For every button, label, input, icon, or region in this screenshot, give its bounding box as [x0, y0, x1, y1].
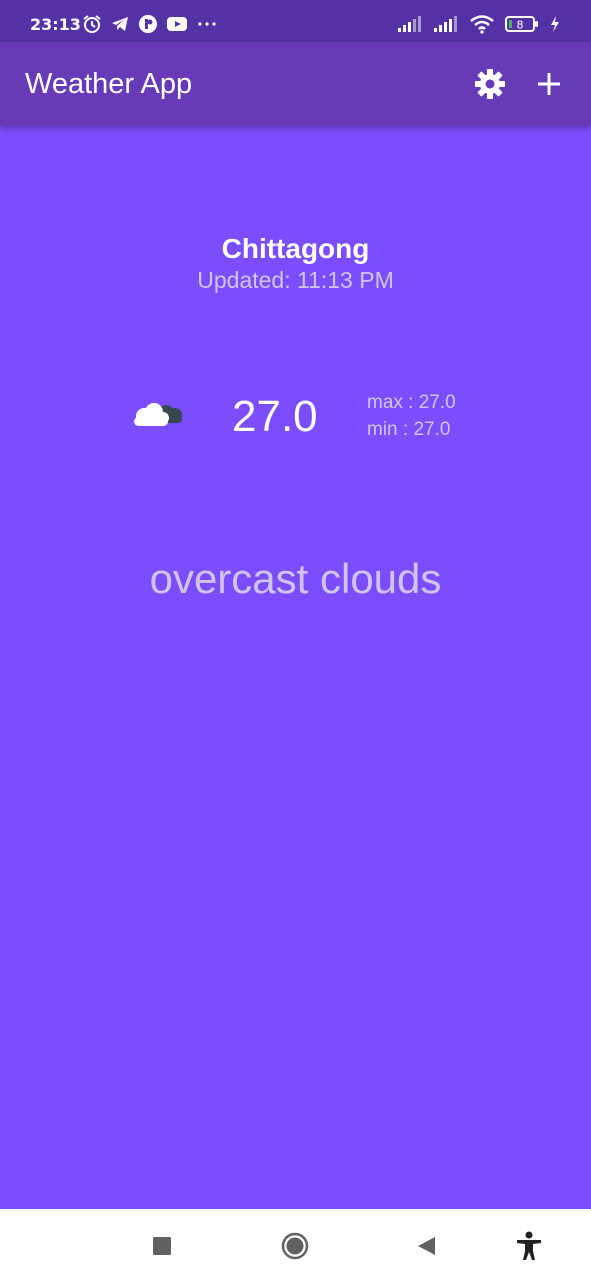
- back-button[interactable]: [410, 1229, 444, 1263]
- updated-time: Updated: 11:13 PM: [197, 267, 394, 293]
- signal-icon: [398, 16, 421, 32]
- overcast-clouds-icon: [128, 395, 188, 435]
- max-temperature: max : 27.0: [367, 392, 456, 413]
- more-dots-icon: [198, 22, 216, 26]
- temperature: 27.0: [232, 392, 318, 441]
- recents-button[interactable]: [145, 1229, 179, 1263]
- app-icon: [139, 15, 157, 33]
- app-title: Weather App: [25, 68, 193, 100]
- home-icon: [281, 1232, 309, 1260]
- add-icon: [538, 73, 560, 95]
- youtube-icon: [167, 17, 187, 31]
- status-icons-right: 8: [397, 14, 561, 34]
- charging-icon: [551, 16, 559, 32]
- alarm-icon: [83, 15, 101, 33]
- accessibility-icon: [517, 1231, 541, 1260]
- app-bar: Weather App: [0, 42, 591, 126]
- status-bar: 23:13 8: [0, 0, 591, 42]
- signal-icon: [434, 16, 457, 32]
- city-name: Chittagong: [221, 233, 370, 264]
- settings-button[interactable]: [472, 66, 508, 102]
- weather-description: overcast clouds: [149, 555, 442, 602]
- battery-icon: 8: [505, 16, 538, 32]
- nav-bar: [0, 1209, 591, 1280]
- accessibility-button[interactable]: [512, 1229, 546, 1263]
- recents-icon: [153, 1237, 171, 1255]
- add-button[interactable]: [531, 66, 567, 102]
- status-icons-left: [82, 14, 218, 34]
- back-icon: [418, 1237, 435, 1255]
- min-temperature: min : 27.0: [367, 419, 451, 440]
- home-button[interactable]: [278, 1229, 312, 1263]
- wifi-icon: [470, 15, 494, 34]
- telegram-icon: [112, 17, 128, 31]
- settings-icon: [475, 69, 505, 99]
- battery-level: 8: [517, 19, 524, 32]
- status-time: 23:13: [30, 15, 81, 34]
